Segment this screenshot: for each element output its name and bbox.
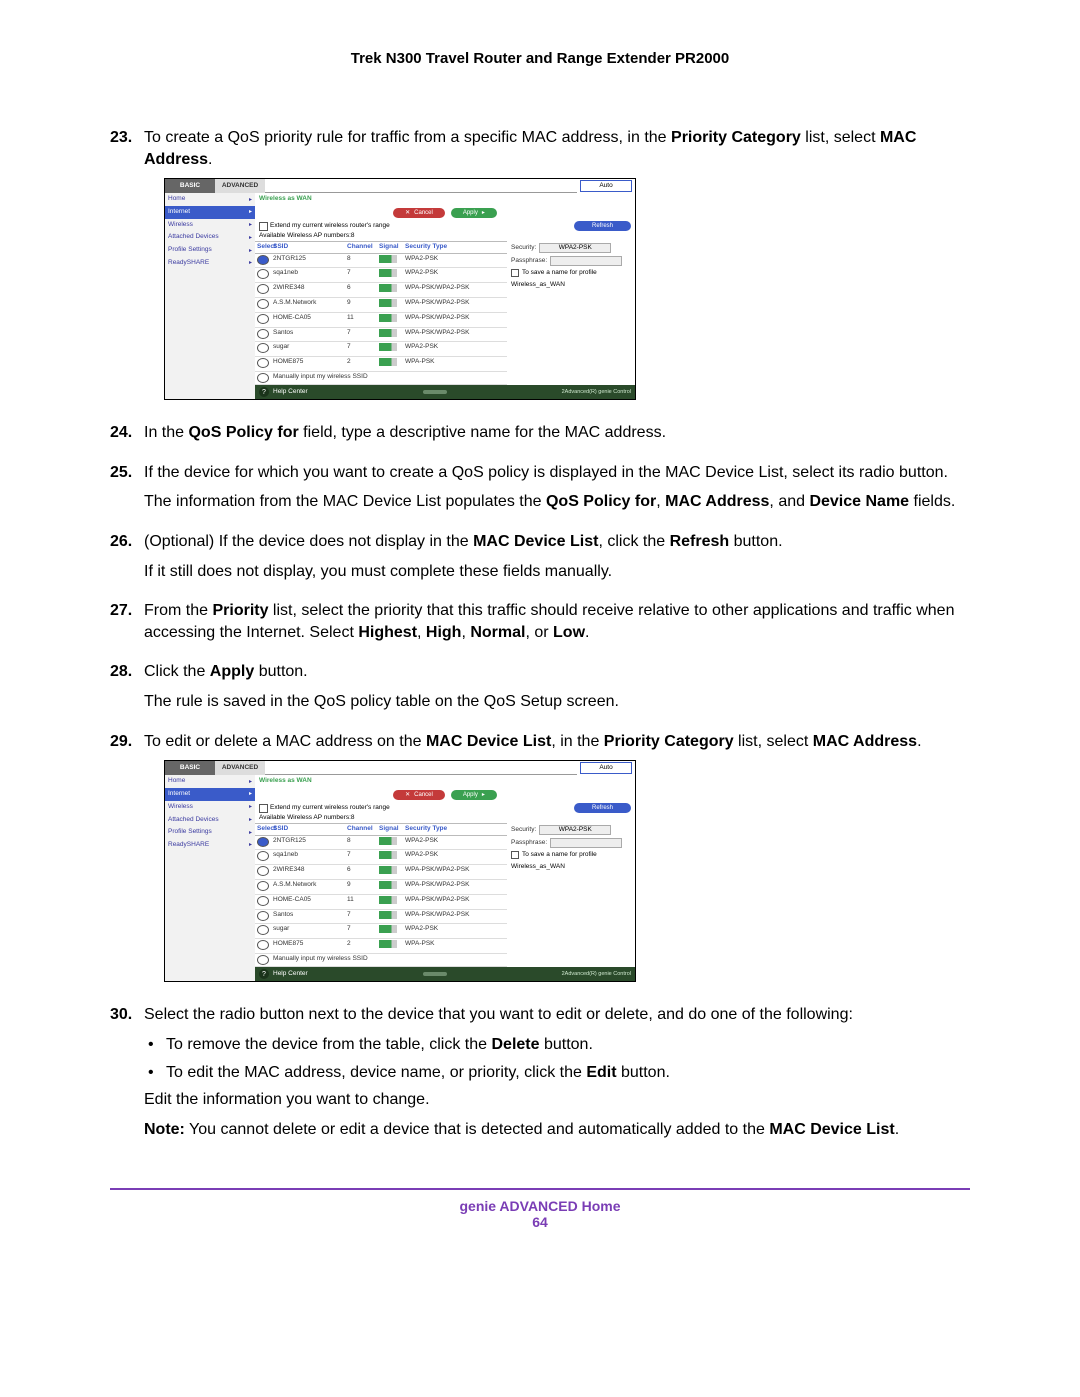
save-profile-checkbox[interactable] xyxy=(511,851,519,859)
genie-brand: 2Advanced(R) genie Control xyxy=(562,971,631,978)
table-row[interactable]: 2NTGR1258WPA2-PSK xyxy=(255,836,507,851)
extend-label: Extend my current wireless router's rang… xyxy=(270,222,390,231)
profile-name: Wireless_as_WAN xyxy=(511,281,565,290)
table-row[interactable]: HOME-CA0511WPA-PSK/WPA2-PSK xyxy=(255,895,507,910)
step-24-number: 24. xyxy=(110,422,144,452)
extend-label: Extend my current wireless router's rang… xyxy=(270,804,390,813)
step-28-number: 28. xyxy=(110,661,144,720)
advanced-tab[interactable]: ADVANCED xyxy=(215,179,265,193)
sidebar-item-home[interactable]: Home▸ xyxy=(165,193,255,206)
step-25-text: If the device for which you want to crea… xyxy=(144,462,970,521)
language-dropdown[interactable]: Auto xyxy=(580,762,632,774)
drag-handle-icon xyxy=(423,972,447,976)
sidebar-item-wireless[interactable]: Wireless▸ xyxy=(165,219,255,232)
note-text: Note: You cannot delete or edit a device… xyxy=(144,1119,970,1141)
table-row[interactable]: HOME8752WPA-PSK xyxy=(255,939,507,954)
sidebar-item-profile-settings[interactable]: Profile Settings▸ xyxy=(165,826,255,839)
table-row[interactable]: 2WIRE3486WPA-PSK/WPA2-PSK xyxy=(255,865,507,880)
security-dropdown[interactable]: WPA2-PSK xyxy=(539,243,611,253)
step-29-text: To edit or delete a MAC address on the M… xyxy=(144,731,970,995)
breadcrumb: Wireless as WAN xyxy=(255,193,635,206)
table-row[interactable]: Manually input my wireless SSID xyxy=(255,372,507,385)
col-channel: Channel xyxy=(345,242,377,253)
footer-section: genie ADVANCED Home xyxy=(110,1198,970,1214)
step-28-text: Click the Apply button. The rule is save… xyxy=(144,661,970,720)
sidebar-item-readyshare[interactable]: ReadySHARE▸ xyxy=(165,839,255,852)
table-row[interactable]: 2NTGR1258WPA2-PSK xyxy=(255,254,507,269)
step-27-number: 27. xyxy=(110,600,144,651)
bullet-edit: To edit the MAC address, device name, or… xyxy=(144,1062,970,1084)
available-ap-label: Available Wireless AP numbers:8 xyxy=(255,232,635,241)
refresh-button[interactable]: Refresh xyxy=(574,221,631,231)
table-row[interactable]: sqa1neb7WPA2-PSK xyxy=(255,268,507,283)
help-center-label[interactable]: Help Center xyxy=(273,388,308,397)
page-number: 64 xyxy=(110,1214,970,1230)
router-screenshot-2: BASIC ADVANCED Auto Home▸ Internet▸ Wire… xyxy=(164,760,636,982)
step-23-text: To create a QoS priority rule for traffi… xyxy=(144,127,970,412)
save-profile-label: To save a name for profile xyxy=(522,269,597,278)
basic-tab[interactable]: BASIC xyxy=(165,761,215,775)
step-26-number: 26. xyxy=(110,531,144,590)
cancel-button[interactable]: ✕Cancel xyxy=(393,208,445,218)
available-ap-label: Available Wireless AP numbers:8 xyxy=(255,814,635,823)
advanced-tab[interactable]: ADVANCED xyxy=(215,761,265,775)
table-row[interactable]: A.S.M.Network9WPA-PSK/WPA2-PSK xyxy=(255,298,507,313)
help-icon[interactable]: ? xyxy=(259,387,269,397)
sidebar-item-profile-settings[interactable]: Profile Settings▸ xyxy=(165,244,255,257)
table-row[interactable]: HOME-CA0511WPA-PSK/WPA2-PSK xyxy=(255,313,507,328)
breadcrumb: Wireless as WAN xyxy=(255,775,635,788)
sidebar-item-home[interactable]: Home▸ xyxy=(165,775,255,788)
security-dropdown[interactable]: WPA2-PSK xyxy=(539,825,611,835)
extend-checkbox[interactable] xyxy=(259,222,268,231)
passphrase-input[interactable] xyxy=(550,838,622,848)
table-row[interactable]: Manually input my wireless SSID xyxy=(255,954,507,967)
step-30-text: Select the radio button next to the devi… xyxy=(144,1004,970,1148)
edit-instruction: Edit the information you want to change. xyxy=(144,1089,970,1111)
help-center-label[interactable]: Help Center xyxy=(273,970,308,979)
step-27-text: From the Priority list, select the prior… xyxy=(144,600,970,651)
step-25-number: 25. xyxy=(110,462,144,521)
cancel-button[interactable]: ✕Cancel xyxy=(393,790,445,800)
sidebar-item-attached-devices[interactable]: Attached Devices▸ xyxy=(165,231,255,244)
footer-divider xyxy=(110,1188,970,1190)
step-24-text: In the QoS Policy for field, type a desc… xyxy=(144,422,970,452)
table-row[interactable]: sqa1neb7WPA2-PSK xyxy=(255,850,507,865)
table-row[interactable]: sugar7WPA2-PSK xyxy=(255,924,507,939)
table-row[interactable]: Santos7WPA-PSK/WPA2-PSK xyxy=(255,328,507,343)
passphrase-label: Passphrase: xyxy=(511,257,547,266)
col-ssid: SSID xyxy=(271,242,345,253)
step-29-number: 29. xyxy=(110,731,144,995)
step-23-number: 23. xyxy=(110,127,144,412)
col-signal: Signal xyxy=(377,242,403,253)
table-row[interactable]: HOME8752WPA-PSK xyxy=(255,357,507,372)
table-row[interactable]: sugar7WPA2-PSK xyxy=(255,342,507,357)
sidebar-item-wireless[interactable]: Wireless▸ xyxy=(165,801,255,814)
drag-handle-icon xyxy=(423,390,447,394)
sidebar-item-attached-devices[interactable]: Attached Devices▸ xyxy=(165,814,255,827)
router-screenshot-1: BASIC ADVANCED Auto Home▸ Internet▸ Wire… xyxy=(164,178,636,400)
apply-button[interactable]: Apply▸ xyxy=(451,208,497,218)
col-select: Select xyxy=(255,242,271,253)
sidebar-item-readyshare[interactable]: ReadySHARE▸ xyxy=(165,257,255,270)
language-dropdown[interactable]: Auto xyxy=(580,180,632,192)
table-row[interactable]: A.S.M.Network9WPA-PSK/WPA2-PSK xyxy=(255,880,507,895)
sidebar-item-internet[interactable]: Internet▸ xyxy=(165,206,255,219)
basic-tab[interactable]: BASIC xyxy=(165,179,215,193)
col-security: Security Type xyxy=(403,242,507,253)
table-row[interactable]: Santos7WPA-PSK/WPA2-PSK xyxy=(255,910,507,925)
sidebar-item-internet[interactable]: Internet▸ xyxy=(165,788,255,801)
extend-checkbox[interactable] xyxy=(259,804,268,813)
security-label: Security: xyxy=(511,244,536,253)
document-title: Trek N300 Travel Router and Range Extend… xyxy=(110,50,970,67)
bullet-delete: To remove the device from the table, cli… xyxy=(144,1034,970,1056)
passphrase-input[interactable] xyxy=(550,256,622,266)
apply-button[interactable]: Apply▸ xyxy=(451,790,497,800)
table-row[interactable]: 2WIRE3486WPA-PSK/WPA2-PSK xyxy=(255,283,507,298)
step-30-number: 30. xyxy=(110,1004,144,1148)
help-icon[interactable]: ? xyxy=(259,969,269,979)
refresh-button[interactable]: Refresh xyxy=(574,803,631,813)
save-profile-checkbox[interactable] xyxy=(511,269,519,277)
step-26-text: (Optional) If the device does not displa… xyxy=(144,531,970,590)
genie-brand: 2Advanced(R) genie Control xyxy=(562,389,631,396)
